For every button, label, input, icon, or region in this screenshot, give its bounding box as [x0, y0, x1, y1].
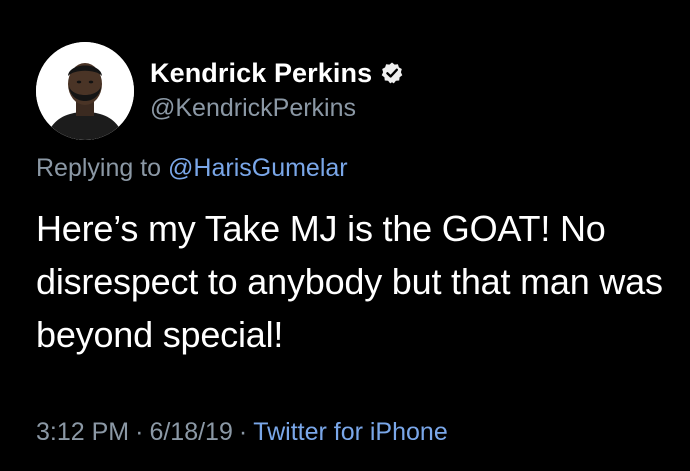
tweet-date[interactable]: 6/18/19 — [149, 418, 232, 446]
author-handle[interactable]: @KendrickPerkins — [150, 94, 404, 123]
author-block: Kendrick Perkins @KendrickPerkins — [150, 56, 404, 123]
avatar[interactable] — [36, 42, 134, 140]
display-name[interactable]: Kendrick Perkins — [150, 58, 372, 89]
meta-separator: · — [135, 418, 144, 446]
tweet-card: Kendrick Perkins @KendrickPerkins Replyi… — [0, 0, 690, 471]
meta-separator-2: · — [238, 418, 248, 446]
reply-prefix: Replying to — [36, 154, 162, 182]
tweet-time[interactable]: 3:12 PM — [36, 418, 129, 446]
name-row: Kendrick Perkins — [150, 56, 404, 90]
avatar-portrait — [36, 42, 134, 140]
tweet-source-link[interactable]: Twitter for iPhone — [253, 418, 448, 446]
tweet-meta: 3:12 PM · 6/18/19 · Twitter for iPhone — [36, 418, 448, 447]
reply-to-link[interactable]: @HarisGumelar — [168, 154, 348, 182]
verified-badge-icon — [380, 61, 404, 85]
reply-context: Replying to @HarisGumelar — [36, 154, 348, 183]
tweet-text: Here’s my Take MJ is the GOAT! No disres… — [36, 208, 663, 355]
